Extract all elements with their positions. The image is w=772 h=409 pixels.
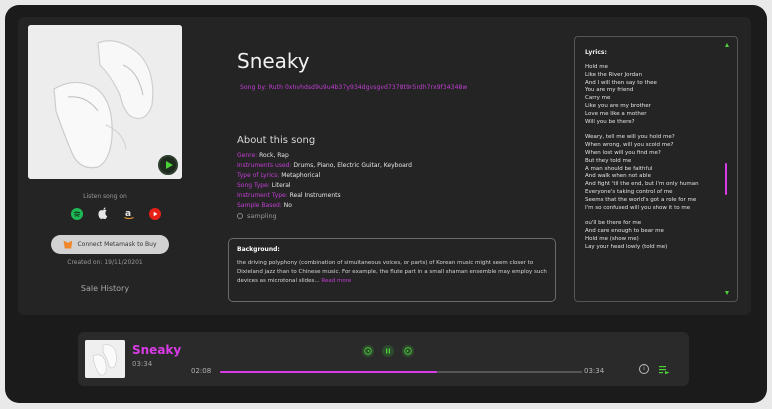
meta-value: Literal [269,182,291,189]
meta-value: Drums, Piano, Electric Guitar, Keyboard [291,162,412,169]
scroll-up-arrow-icon[interactable] [725,43,729,47]
lyrics-line: When wrong, will you scold me? [585,142,674,149]
lyrics-line: Seems that the world's got a role for me [585,196,697,203]
meta-key: Instruments used: [237,162,292,169]
lyrics-line: I'm so confused will you show it to me [585,204,691,211]
lyrics-lines: Hold me Like the River Jordan And I will t… [585,64,727,252]
previous-button[interactable] [362,345,374,357]
lyrics-line: Hold me (show me) [585,235,639,242]
player-song-title: Sneaky [132,343,182,357]
app-frame: Listen song on a Connect Metamask to Buy… [5,5,767,403]
lyrics-line: Carry me [585,95,611,102]
sampling-label: sampling [247,212,277,220]
meta-key: Instrument Type: [237,192,288,199]
background-body: the driving polyphony (combination of si… [237,260,547,284]
song-detail-panel: Listen song on a Connect Metamask to Buy… [18,17,751,315]
lyrics-line: Everyone's taking control of me [585,188,673,195]
lyrics-line: And fight 'til the end, but I'm only hum… [585,181,699,188]
lyrics-line: Lay your head lowly (told me) [585,243,668,250]
background-title: Background: [237,246,280,253]
lyrics-line: When lost will you find me? [585,149,661,156]
progress-bar[interactable] [220,371,582,373]
player-bar: Sneaky 03:34 02:08 03:34 i [78,332,689,386]
next-button[interactable] [402,345,414,357]
youtube-icon[interactable] [148,207,161,220]
song-title: Sneaky [237,49,310,73]
pause-icon [386,348,390,354]
meta-row-genre: Genre: Rock, Rap [237,151,412,161]
about-heading: About this song [237,135,316,146]
sampling-option[interactable]: sampling [237,212,277,220]
connect-metamask-button[interactable]: Connect Metamask to Buy [51,235,169,254]
meta-row-song-type: Song Type: Literal [237,181,412,191]
meta-row-lyrics-type: Type of Lyrics: Metaphorical [237,171,412,181]
lyrics-line: And walk when not able [585,173,651,180]
lyrics-line: ou'll be there for me [585,220,642,227]
next-icon [404,347,412,355]
song-meta: Genre: Rock, Rap Instruments used: Drums… [237,151,412,211]
lyrics-line: Hold me [585,64,609,70]
lyrics-line: Love me like a mother [585,110,647,117]
background-text: the driving polyphony (combination of si… [237,259,547,286]
lyrics-line: Like you are my brother [585,102,651,109]
metamask-fox-icon [63,240,73,249]
info-icon[interactable]: i [639,364,649,374]
scroll-down-arrow-icon[interactable] [725,291,729,295]
meta-key: Sample Based: [237,202,282,209]
store-links: a [70,207,161,220]
svg-text:a: a [125,209,131,219]
lyrics-line: Like the River Jordan [585,71,642,78]
player-thumbnail [85,340,125,378]
lyrics-line: A man should be faithful [585,165,653,172]
sampling-radio[interactable] [237,213,243,219]
album-art [28,25,182,179]
background-card: Background: the driving polyphony (combi… [228,238,556,302]
lyrics-stanza-gap [585,126,727,134]
meta-row-instruments: Instruments used: Drums, Piano, Electric… [237,161,412,171]
lyrics-scrollbar[interactable] [725,163,727,195]
lyrics-panel: Lyrics: Hold me Like the River Jordan And … [574,36,738,302]
created-date: Created on: 19/11/20201 [67,259,143,266]
pause-button[interactable] [382,345,394,357]
lyrics-stanza-gap [585,212,727,220]
read-more-link[interactable]: Read more [321,278,351,284]
lyrics-line: But they told me [585,157,632,164]
meta-value: No [281,202,292,209]
previous-icon [364,347,372,355]
meta-key: Song Type: [237,182,270,189]
lyrics-line: Will you be there? [585,118,635,125]
connect-metamask-label: Connect Metamask to Buy [77,241,157,248]
lyrics-title: Lyrics: [585,49,607,56]
sneaker-thumbnail-image [85,340,125,378]
player-duration: 03:34 [132,360,153,368]
sale-history-link[interactable]: Sale History [28,284,182,293]
album-play-button[interactable] [158,155,178,175]
listen-label: Listen song on [83,193,127,200]
lyrics-line: You are my friend [585,87,634,94]
meta-key: Genre: [237,152,258,159]
lyrics-line: Weary, tell me will you hold me? [585,134,675,141]
apple-icon[interactable] [96,207,109,220]
spotify-icon[interactable] [70,207,83,220]
meta-row-instrument-type: Instrument Type: Real Instruments [237,191,412,201]
progress-fill [220,371,438,373]
meta-value: Real Instruments [287,192,341,199]
meta-key: Type of Lyrics: [237,172,280,179]
meta-value: Rock, Rap [257,152,289,159]
song-by[interactable]: Song by: Ruth 0xhvhdsd9u9u4b37y934dgvsgv… [240,84,467,91]
lyrics-line: And I will then say to thee [585,79,657,86]
queue-icon[interactable] [659,365,670,375]
lyrics-line: And care enough to bear me [585,228,664,235]
meta-row-sample-based: Sample Based: No [237,201,412,211]
sneaker-image [28,25,182,179]
total-time: 03:34 [584,367,605,375]
amazon-icon[interactable]: a [122,207,135,220]
elapsed-time: 02:08 [191,367,212,375]
meta-value: Metaphorical [279,172,321,179]
